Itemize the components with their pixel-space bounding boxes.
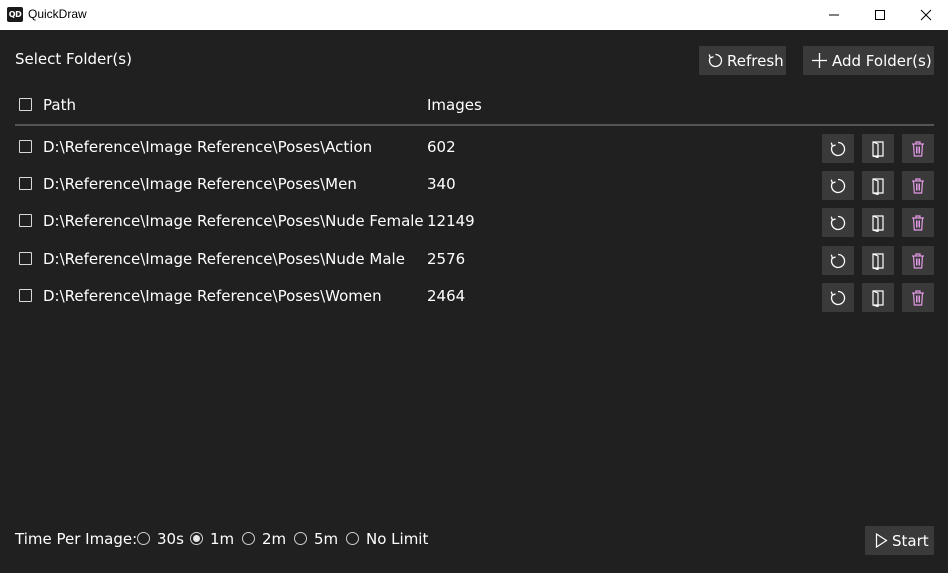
table-row: D:\Reference\Image Reference\Poses\Actio…: [0, 132, 948, 163]
radio-5m[interactable]: [294, 532, 307, 545]
play-icon: [875, 533, 888, 548]
row-checkbox[interactable]: [19, 140, 32, 153]
table-row: D:\Reference\Image Reference\Poses\Nude …: [0, 244, 948, 275]
radio-label-5m[interactable]: 5m: [314, 529, 338, 549]
trash-icon: [912, 253, 924, 269]
add-folder-label: Add Folder(s): [832, 52, 932, 70]
refresh-button[interactable]: Refresh: [699, 46, 786, 75]
row-checkbox[interactable]: [19, 252, 32, 265]
row-checkbox[interactable]: [19, 214, 32, 227]
plus-icon: [812, 53, 827, 68]
row-path: D:\Reference\Image Reference\Poses\Nude …: [43, 250, 405, 268]
trash-icon: [912, 141, 924, 157]
row-delete-button[interactable]: [902, 246, 934, 275]
radio-label-30s[interactable]: 30s: [157, 529, 184, 549]
refresh-icon: [830, 178, 846, 194]
row-image-count: 602: [427, 138, 456, 156]
refresh-icon: [830, 215, 846, 231]
trash-icon: [912, 290, 924, 306]
close-button[interactable]: [903, 0, 948, 30]
radio-label-2m[interactable]: 2m: [262, 529, 286, 549]
refresh-icon: [830, 253, 846, 269]
row-checkbox[interactable]: [19, 177, 32, 190]
table-row: D:\Reference\Image Reference\Poses\Women…: [0, 281, 948, 312]
trash-icon: [912, 215, 924, 231]
add-folder-button[interactable]: Add Folder(s): [803, 46, 934, 75]
row-path: D:\Reference\Image Reference\Poses\Nude …: [43, 212, 424, 230]
window-title: QuickDraw: [28, 7, 87, 21]
open-folder-icon: [872, 141, 884, 158]
refresh-icon: [830, 141, 846, 157]
row-open-button[interactable]: [862, 134, 894, 163]
open-folder-icon: [872, 290, 884, 307]
time-per-image-label: Time Per Image:: [15, 530, 138, 548]
row-delete-button[interactable]: [902, 283, 934, 312]
open-folder-icon: [872, 215, 884, 232]
maximize-icon: [875, 10, 885, 20]
app-logo-icon: QD: [7, 7, 23, 22]
row-image-count: 2576: [427, 250, 466, 268]
row-refresh-button[interactable]: [822, 283, 854, 312]
row-open-button[interactable]: [862, 246, 894, 275]
radio-2m[interactable]: [242, 532, 255, 545]
trash-icon: [912, 178, 924, 194]
row-delete-button[interactable]: [902, 134, 934, 163]
open-folder-icon: [872, 253, 884, 270]
row-path: D:\Reference\Image Reference\Poses\Men: [43, 175, 357, 193]
title-bar: QD QuickDraw: [0, 0, 948, 30]
select-all-checkbox[interactable]: [19, 98, 32, 111]
minimize-icon: [829, 14, 839, 16]
table-row: D:\Reference\Image Reference\Poses\Nude …: [0, 206, 948, 237]
minimize-button[interactable]: [811, 0, 857, 30]
radio-1m[interactable]: [190, 532, 203, 545]
row-refresh-button[interactable]: [822, 246, 854, 275]
column-header-images[interactable]: Images: [427, 95, 482, 115]
row-open-button[interactable]: [862, 208, 894, 237]
table-row: D:\Reference\Image Reference\Poses\Men 3…: [0, 169, 948, 200]
row-image-count: 2464: [427, 287, 466, 305]
column-header-path[interactable]: Path: [43, 95, 76, 115]
refresh-icon: [708, 53, 723, 68]
row-delete-button[interactable]: [902, 171, 934, 200]
refresh-label: Refresh: [727, 52, 784, 70]
row-image-count: 340: [427, 175, 456, 193]
radio-no-limit[interactable]: [346, 532, 359, 545]
page-title: Select Folder(s): [15, 50, 132, 68]
row-image-count: 12149: [427, 212, 475, 230]
start-label: Start: [892, 532, 929, 550]
radio-label-1m[interactable]: 1m: [210, 529, 234, 549]
row-path: D:\Reference\Image Reference\Poses\Actio…: [43, 138, 373, 156]
row-open-button[interactable]: [862, 171, 894, 200]
open-folder-icon: [872, 178, 884, 195]
close-icon: [920, 9, 932, 21]
row-path: D:\Reference\Image Reference\Poses\Women: [43, 287, 382, 305]
radio-30s[interactable]: [137, 532, 150, 545]
header-divider: [15, 124, 934, 126]
row-delete-button[interactable]: [902, 208, 934, 237]
maximize-button[interactable]: [857, 0, 903, 30]
row-refresh-button[interactable]: [822, 171, 854, 200]
row-open-button[interactable]: [862, 283, 894, 312]
refresh-icon: [830, 290, 846, 306]
start-button[interactable]: Start: [865, 526, 934, 555]
row-refresh-button[interactable]: [822, 134, 854, 163]
row-refresh-button[interactable]: [822, 208, 854, 237]
radio-label-no-limit[interactable]: No Limit: [366, 529, 428, 549]
row-checkbox[interactable]: [19, 289, 32, 302]
